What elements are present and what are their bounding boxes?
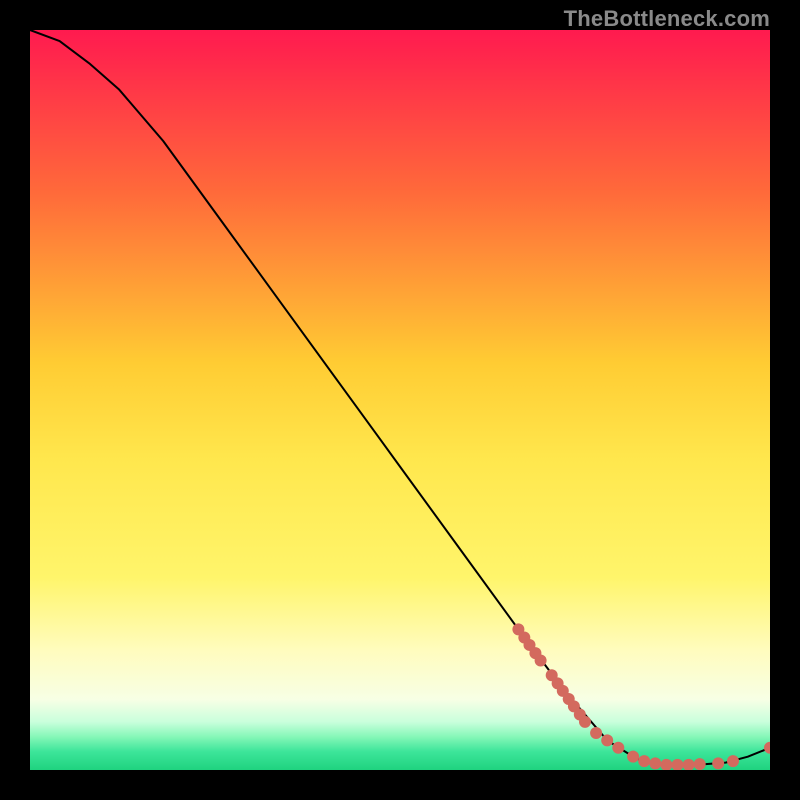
data-marker <box>694 758 706 770</box>
chart-frame: TheBottleneck.com <box>0 0 800 800</box>
data-marker <box>649 757 661 769</box>
data-marker <box>535 654 547 666</box>
data-marker <box>727 755 739 767</box>
data-marker <box>712 757 724 769</box>
chart-svg <box>30 30 770 770</box>
data-marker <box>612 742 624 754</box>
data-marker <box>601 734 613 746</box>
data-marker <box>627 751 639 763</box>
data-marker <box>638 755 650 767</box>
data-marker <box>579 716 591 728</box>
data-marker <box>590 727 602 739</box>
watermark-text: TheBottleneck.com <box>564 6 770 32</box>
gradient-background <box>30 30 770 770</box>
plot-area <box>30 30 770 770</box>
